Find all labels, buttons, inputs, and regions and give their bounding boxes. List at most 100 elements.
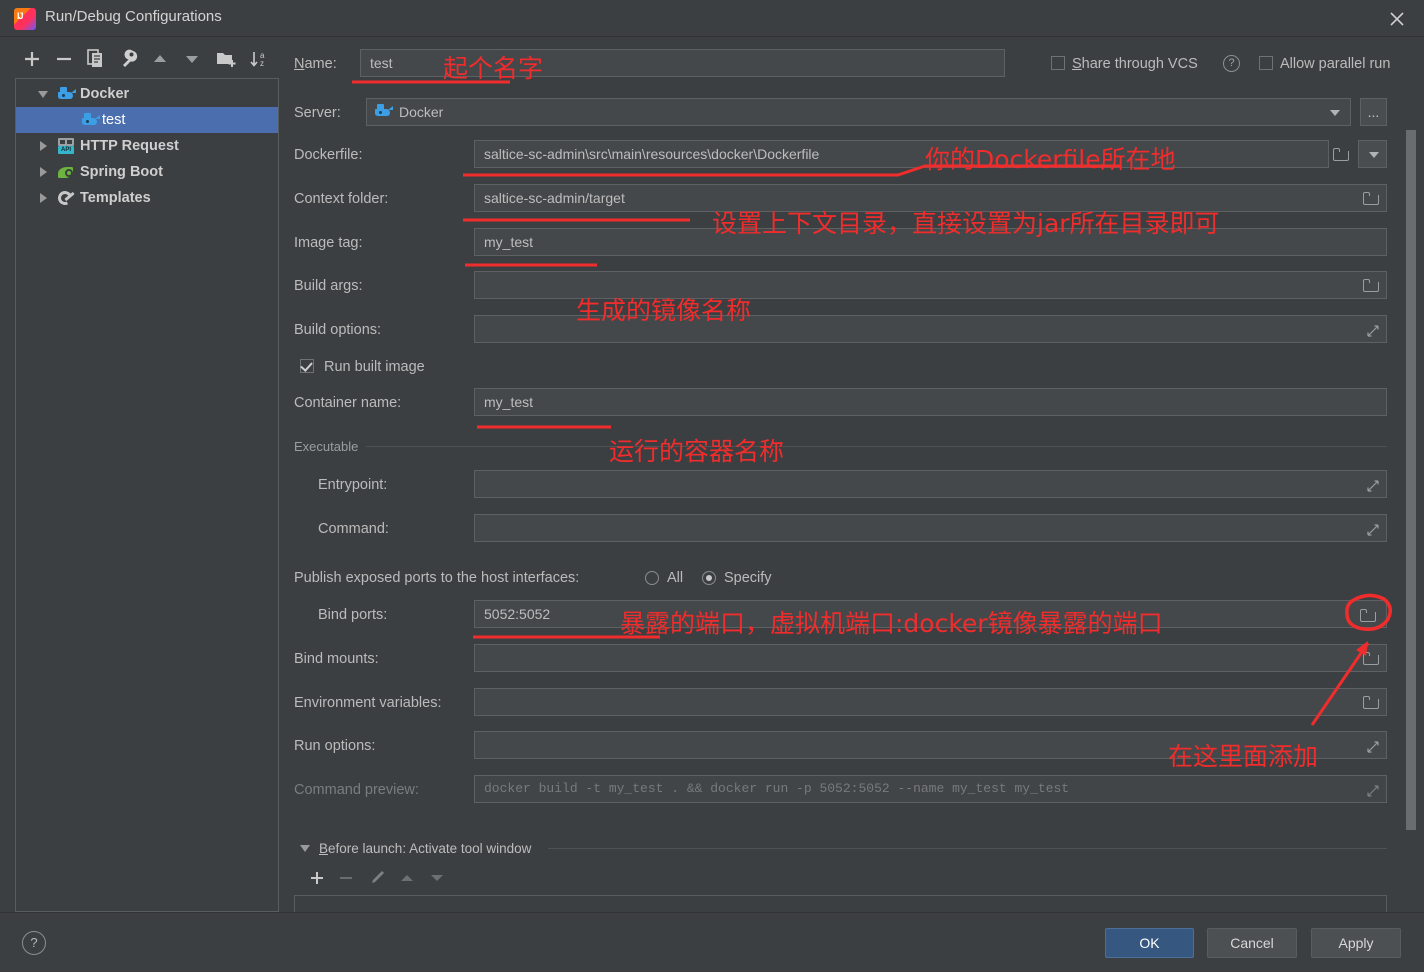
tree-item-label: Spring Boot [80,164,163,180]
bind-mounts-input[interactable] [474,644,1387,672]
run-debug-configurations-dialog: Run/Debug Configurations [0,0,1424,972]
before-launch-edit-pencil-icon [364,866,390,890]
run-built-image-label: Run built image [324,359,425,375]
tree-item-label: test [102,112,126,128]
publish-specify-radio[interactable] [702,571,716,585]
before-launch-move-down-button [424,866,450,890]
run-options-label: Run options: [294,738,376,754]
share-vcs-rest: hare through VCS [1081,56,1198,72]
svg-text:z: z [260,59,264,68]
build-options-label: Build options: [294,322,382,338]
command-input[interactable] [474,514,1387,542]
annotation-add-here-note: 在这里面添加 [1168,742,1319,771]
command-preview-output: docker build -t my_test . && docker run … [474,775,1387,803]
close-icon[interactable] [1386,8,1408,30]
before-launch-move-up-button [394,866,420,890]
before-launch-list[interactable] [294,895,1387,913]
name-label: Name: [294,56,337,72]
run-built-image-checkbox[interactable] [300,359,314,373]
before-launch-add-button[interactable] [302,866,328,890]
apply-button[interactable]: Apply [1311,928,1401,958]
command-preview-label: Command preview: [294,782,419,798]
create-folder-button[interactable] [212,44,240,74]
tree-item-label: HTTP Request [80,138,179,154]
command-label: Command: [318,521,389,537]
publish-specify-label: Specify [724,570,772,586]
http-request-icon: API [58,138,75,155]
intellij-idea-logo-icon [14,8,36,30]
title-bar: Run/Debug Configurations [0,0,1424,37]
cancel-button[interactable]: Cancel [1207,928,1297,958]
chevron-down-icon [1369,152,1379,158]
folder-icon[interactable] [1363,652,1380,665]
before-launch-twisty-icon[interactable] [300,845,310,852]
before-launch-label: Before launch: Activate tool window [319,841,532,856]
dockerfile-history-button[interactable] [1358,140,1387,168]
remove-configuration-button[interactable] [50,44,78,74]
container-name-label: Container name: [294,395,402,411]
tree-item-spring-boot[interactable]: Spring Boot [16,159,278,185]
before-launch-rest: efore launch: Activate tool window [328,841,532,856]
twisty-closed-icon[interactable] [40,141,47,151]
twisty-closed-icon[interactable] [40,193,47,203]
tree-item-http-request[interactable]: API HTTP Request [16,133,278,159]
before-launch-divider [548,848,1387,849]
help-button[interactable]: ? [22,931,46,955]
allow-parallel-run-checkbox[interactable] [1259,56,1273,70]
folder-icon[interactable] [1360,609,1377,622]
folder-icon[interactable] [1363,279,1380,292]
annotation-imagetag-note: 生成的镜像名称 [576,296,752,325]
server-combobox[interactable]: Docker [366,98,1351,126]
ok-button[interactable]: OK [1105,928,1194,958]
share-through-vcs-label: Share through VCS [1072,56,1198,72]
expand-editor-icon[interactable] [1367,740,1379,753]
before-launch-toolbar [302,866,462,890]
move-up-button[interactable] [146,44,174,74]
spring-boot-icon [58,164,75,181]
context-folder-label: Context folder: [294,191,389,207]
publish-all-radio[interactable] [645,571,659,585]
copy-configuration-button[interactable] [82,44,110,74]
publish-ports-label: Publish exposed ports to the host interf… [294,570,580,586]
folder-icon[interactable] [1333,148,1350,161]
executable-group-divider [366,446,1387,447]
tree-item-test[interactable]: test [16,107,278,133]
form-scrollbar[interactable] [1406,130,1416,830]
environment-variables-label: Environment variables: [294,695,442,711]
sort-alphabetically-button[interactable]: a z [246,44,274,74]
bind-ports-label: Bind ports: [318,607,388,623]
folder-icon[interactable] [1363,696,1380,709]
server-label: Server: [294,105,341,121]
tree-item-templates[interactable]: Templates [16,185,278,211]
container-name-input[interactable]: my_test [474,388,1387,416]
expand-editor-icon[interactable] [1367,479,1379,492]
chevron-down-icon[interactable] [1330,110,1340,116]
twisty-closed-icon[interactable] [40,167,47,177]
dockerfile-label: Dockerfile: [294,147,363,163]
add-configuration-button[interactable] [18,44,46,74]
entrypoint-input[interactable] [474,470,1387,498]
annotation-bindports-note: 暴露的端口，虚拟机端口:docker镜像暴露的端口 [620,609,1163,638]
bind-mounts-label: Bind mounts: [294,651,379,667]
question-mark-icon[interactable]: ? [1223,55,1240,72]
server-browse-button[interactable]: ... [1360,98,1387,126]
title-divider [0,36,1424,37]
docker-whale-icon [58,86,76,103]
image-tag-label: Image tag: [294,235,363,251]
configurations-tree[interactable]: Docker test API HTTP Request Spring Boot [15,78,279,912]
move-down-button[interactable] [178,44,206,74]
share-through-vcs-checkbox[interactable] [1051,56,1065,70]
dockerfile-input[interactable]: saltice-sc-admin\src\main\resources\dock… [474,140,1329,168]
dialog-footer: ? OK Cancel Apply [0,912,1424,972]
folder-icon[interactable] [1363,192,1380,205]
tree-item-docker[interactable]: Docker [16,81,278,107]
edit-templates-wrench-button[interactable] [114,44,142,74]
annotation-context-note: 设置上下文目录，直接设置为jar所在目录即可 [712,209,1220,238]
environment-variables-input[interactable] [474,688,1387,716]
twisty-open-icon[interactable] [38,91,48,98]
expand-editor-icon[interactable] [1367,784,1379,797]
expand-editor-icon[interactable] [1367,523,1379,536]
annotation-name-note: 起个名字 [443,54,544,83]
expand-editor-icon[interactable] [1367,324,1379,337]
tree-item-label: Docker [80,86,130,102]
